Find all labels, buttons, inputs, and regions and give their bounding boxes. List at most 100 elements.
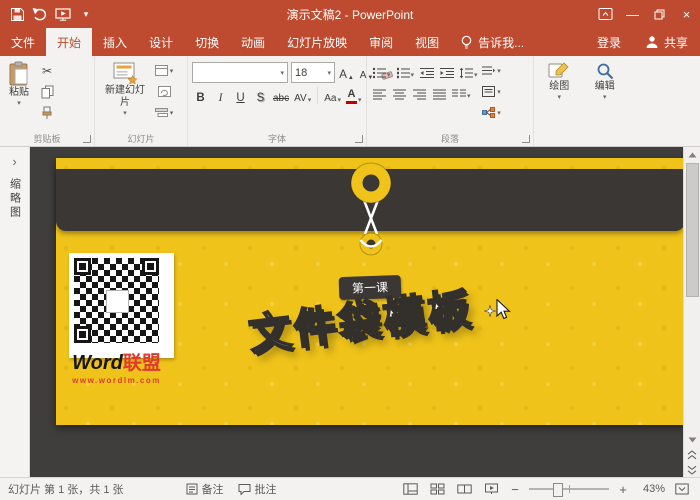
previous-slide-button[interactable]: [684, 447, 700, 462]
decrease-indent-button[interactable]: [418, 62, 435, 79]
justify-button[interactable]: [431, 83, 448, 100]
layout-button[interactable]: ▾: [154, 62, 174, 79]
scrollbar-thumb[interactable]: [686, 163, 699, 297]
convert-to-smartart-button[interactable]: ▾: [482, 104, 502, 121]
cut-button[interactable]: ✂: [37, 62, 57, 79]
font-size-value: 18: [295, 67, 307, 79]
fit-to-window-icon: [675, 483, 689, 495]
minimize-button[interactable]: —: [619, 0, 646, 28]
copy-button[interactable]: [37, 83, 57, 100]
columns-button[interactable]: ▾: [451, 83, 472, 100]
editing-label: 编辑: [595, 81, 615, 93]
slideshow-view-button[interactable]: [481, 480, 501, 498]
align-text-button[interactable]: ▾: [482, 83, 502, 100]
tab-insert[interactable]: 插入: [92, 28, 138, 56]
zoom-level[interactable]: 43%: [637, 483, 665, 495]
reset-button[interactable]: [154, 83, 174, 100]
font-color-icon: A: [346, 89, 357, 104]
tab-design[interactable]: 设计: [138, 28, 184, 56]
slide-1[interactable]: Word联盟 www.wordlm.com 第一课 文件袋模板: [56, 158, 683, 425]
zoom-slider[interactable]: [529, 488, 609, 490]
paste-icon: [7, 61, 31, 87]
vertical-scrollbar[interactable]: [683, 147, 700, 477]
tab-view[interactable]: 视图: [404, 28, 450, 56]
close-button[interactable]: ×: [673, 0, 700, 28]
character-spacing-button[interactable]: AV▾: [293, 87, 312, 104]
change-case-button[interactable]: Aa▾: [323, 87, 342, 104]
sign-in-button[interactable]: 登录: [585, 28, 633, 56]
increase-indent-button[interactable]: [438, 62, 455, 79]
section-button[interactable]: ▾: [154, 104, 174, 121]
bullets-button[interactable]: ▾: [371, 62, 392, 79]
zoom-slider-thumb[interactable]: [553, 483, 563, 497]
text-shadow-button[interactable]: S: [252, 87, 269, 104]
tab-home[interactable]: 开始: [46, 28, 92, 56]
scroll-up-button[interactable]: [684, 147, 700, 162]
numbering-button[interactable]: ▾: [395, 62, 416, 79]
ribbon-display-options-button[interactable]: [592, 0, 619, 28]
slideshow-view-icon: [484, 483, 499, 495]
zoom-in-button[interactable]: +: [616, 482, 630, 497]
slide-counter[interactable]: 幻灯片 第 1 张，共 1 张: [8, 481, 124, 497]
slide-title-text[interactable]: 文件袋模板: [245, 275, 476, 363]
new-slide-label: 新建幻灯片: [102, 85, 148, 109]
slide-canvas[interactable]: Word联盟 www.wordlm.com 第一课 文件袋模板: [30, 147, 683, 477]
drawing-label: 绘图: [549, 81, 569, 93]
notes-toggle[interactable]: 备注: [186, 481, 224, 497]
text-direction-button[interactable]: ▾: [482, 62, 502, 79]
zoom-out-button[interactable]: −: [508, 482, 522, 497]
align-center-button[interactable]: [391, 83, 408, 100]
share-button[interactable]: 共享: [633, 28, 700, 56]
customize-qat-button[interactable]: ▾: [75, 3, 97, 25]
drawing-icon: [548, 61, 570, 81]
font-dialog-launcher-icon[interactable]: [355, 135, 363, 143]
fit-to-window-button[interactable]: [672, 480, 692, 498]
expand-pane-chevron-icon[interactable]: ›: [12, 155, 16, 168]
strikethrough-button[interactable]: abc: [272, 87, 290, 104]
align-right-button[interactable]: [411, 83, 428, 100]
tab-slideshow[interactable]: 幻灯片放映: [276, 28, 358, 56]
slide-sorter-view-button[interactable]: [427, 480, 447, 498]
reading-view-button[interactable]: [454, 480, 474, 498]
start-slideshow-button[interactable]: [52, 3, 74, 25]
format-painter-button[interactable]: [37, 104, 57, 121]
paragraph-dialog-launcher-icon[interactable]: [522, 135, 530, 143]
drawing-group-button[interactable]: 绘图 ▾: [538, 58, 581, 131]
notes-icon: [186, 483, 198, 495]
save-button[interactable]: [6, 3, 28, 25]
comments-toggle[interactable]: 批注: [238, 481, 277, 497]
reset-icon: [158, 86, 171, 97]
arrow-down-icon: [688, 437, 697, 443]
zoom-slider-notch: [569, 485, 570, 493]
undo-button[interactable]: [29, 3, 51, 25]
normal-view-button[interactable]: [400, 480, 420, 498]
paste-button[interactable]: 粘贴 ▾: [4, 58, 34, 131]
editing-group-button[interactable]: 编辑 ▾: [584, 58, 627, 131]
decrease-indent-icon: [420, 67, 434, 79]
tab-transitions[interactable]: 切换: [184, 28, 230, 56]
tab-review[interactable]: 审阅: [358, 28, 404, 56]
font-name-select[interactable]: ▾: [192, 62, 288, 83]
italic-button[interactable]: I: [212, 87, 229, 104]
align-left-button[interactable]: [371, 83, 388, 100]
clipboard-dialog-launcher-icon[interactable]: [83, 135, 91, 143]
tell-me-box[interactable]: 告诉我...: [450, 28, 534, 56]
new-slide-button[interactable]: 新建幻灯片 ▾: [99, 58, 151, 131]
line-spacing-button[interactable]: ▾: [458, 62, 479, 79]
scroll-down-button[interactable]: [684, 432, 700, 447]
next-slide-button[interactable]: [684, 462, 700, 477]
caret-down-icon: ▾: [358, 97, 362, 104]
caret-down-icon: ▾: [557, 94, 561, 101]
tab-animations[interactable]: 动画: [230, 28, 276, 56]
grow-font-button[interactable]: A▲: [338, 64, 355, 81]
restore-button[interactable]: [646, 0, 673, 28]
font-color-button[interactable]: A ▾: [345, 87, 363, 104]
reading-view-icon: [457, 483, 472, 495]
underline-button[interactable]: U: [232, 87, 249, 104]
font-size-select[interactable]: 18▾: [291, 62, 335, 83]
bold-button[interactable]: B: [192, 87, 209, 104]
tab-file[interactable]: 文件: [0, 28, 46, 56]
clipboard-group-label: 剪贴板: [0, 132, 94, 145]
character-spacing-label: AV: [294, 93, 307, 104]
thumbnails-pane-collapsed[interactable]: › 缩略图: [0, 147, 30, 477]
